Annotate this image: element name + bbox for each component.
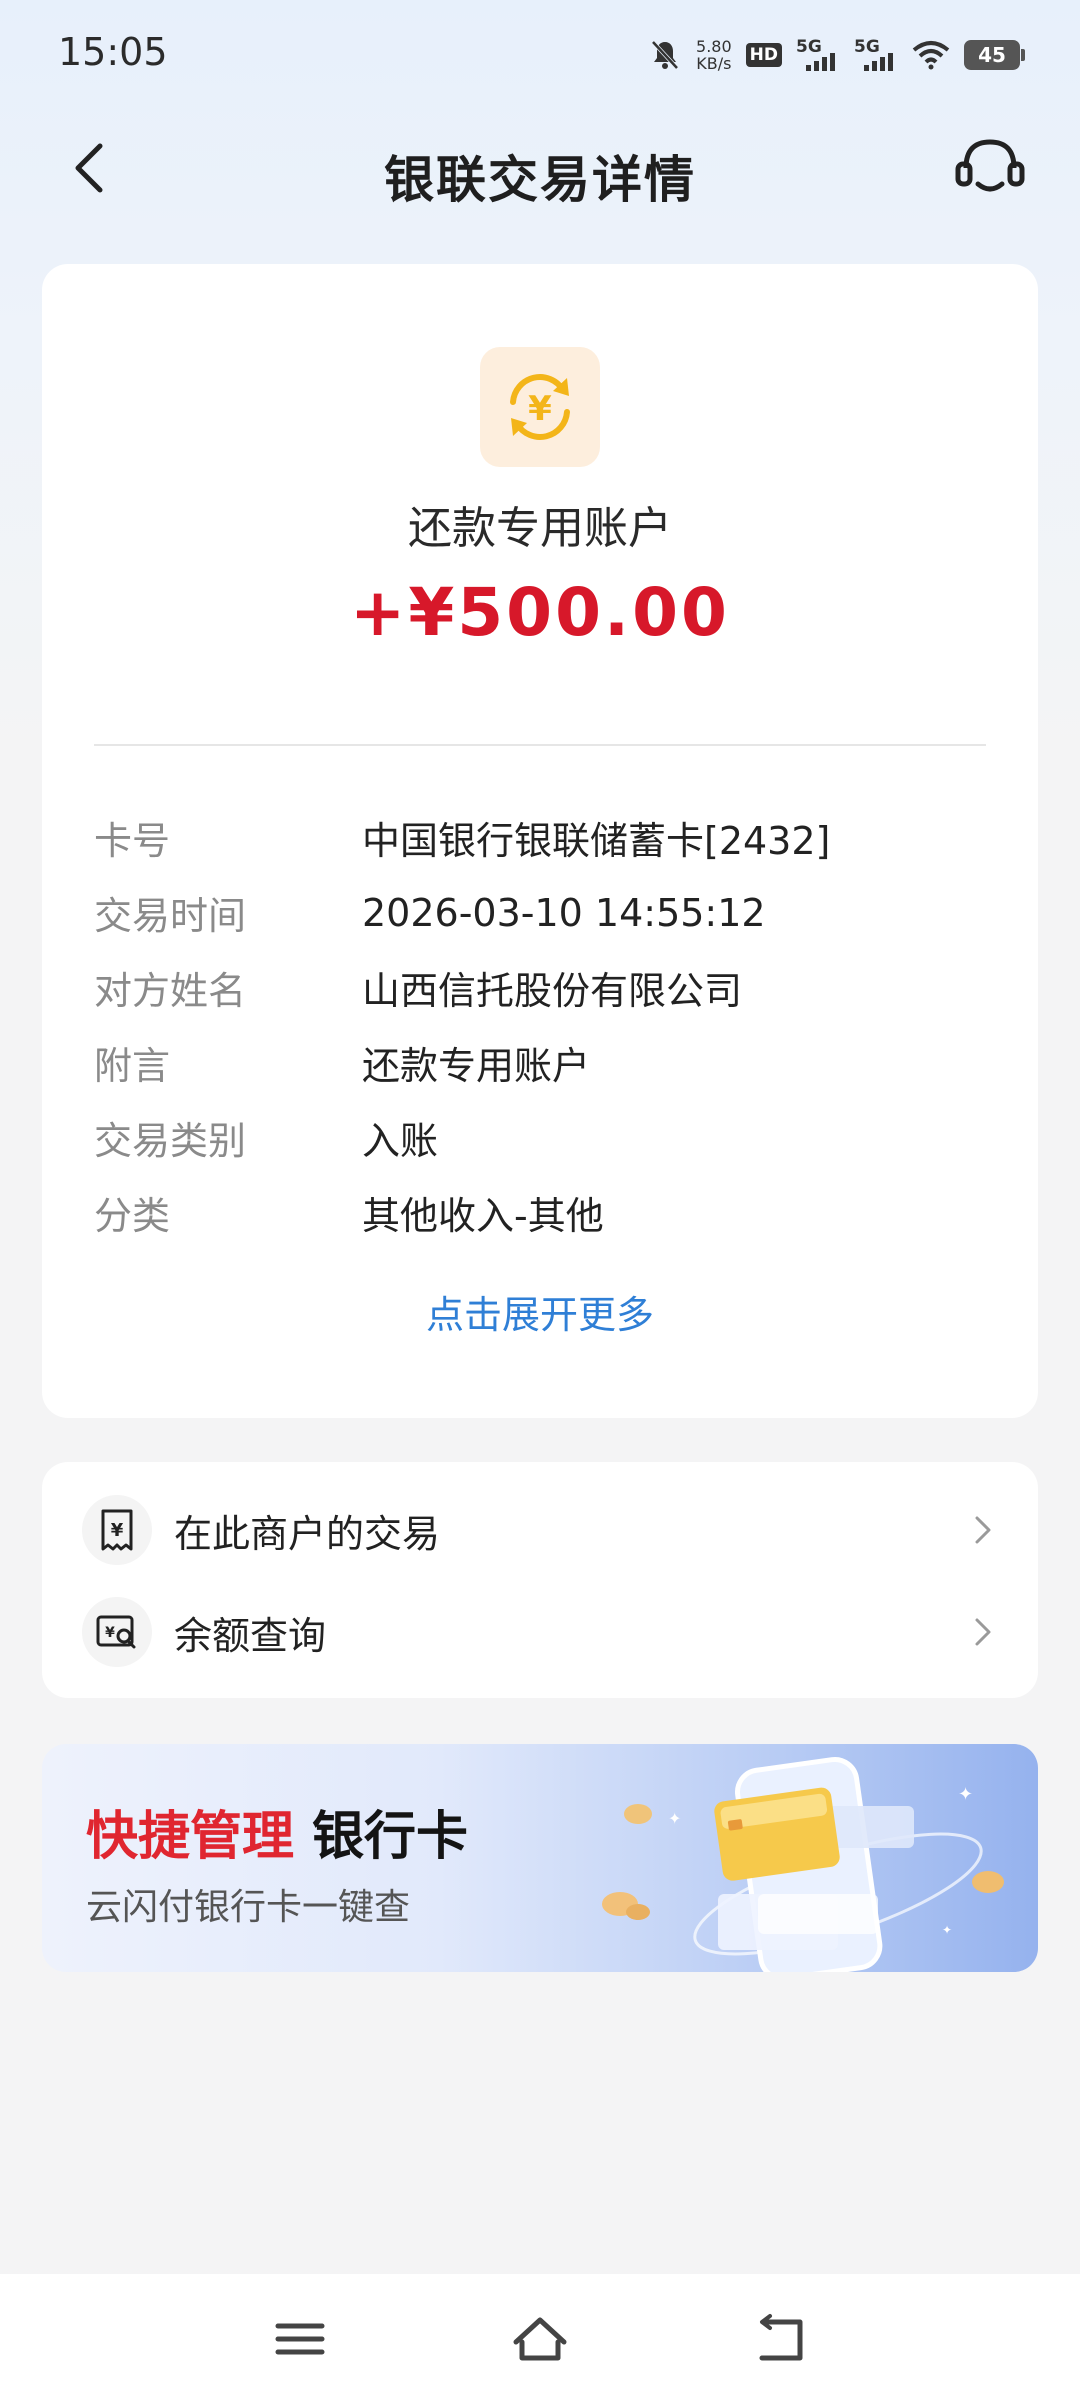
merchant-transactions-item[interactable]: ¥ 在此商户的交易	[82, 1480, 998, 1580]
chevron-right-icon	[975, 1618, 991, 1646]
network-speed: 5.80 KB/s	[696, 38, 732, 72]
banner-title: 快捷管理 银行卡	[86, 1794, 468, 1869]
detail-row-time: 交易时间 2026-03-10 14:55:12	[94, 875, 998, 950]
detail-value: 2026-03-10 14:55:12	[362, 890, 766, 935]
nav-bar: 银联交易详情	[0, 110, 1080, 230]
banner-subtitle: 云闪付银行卡一键查	[86, 1887, 411, 1928]
detail-value: 山西信托股份有限公司	[362, 969, 743, 1013]
mute-bell-icon	[651, 40, 679, 70]
detail-value: 中国银行银联储蓄卡[2432]	[362, 819, 831, 863]
detail-list: 卡号 中国银行银联储蓄卡[2432] 交易时间 2026-03-10 14:55…	[94, 800, 998, 1250]
svg-text:✦: ✦	[942, 1923, 952, 1937]
svg-text:✦: ✦	[958, 1784, 973, 1805]
back-nav-icon[interactable]	[750, 2312, 810, 2366]
status-bar: 15:05 5.80 KB/s HD 5G 5G 45	[0, 0, 1080, 110]
system-navigation-bar	[0, 2274, 1080, 2400]
transaction-card: ¥ 还款专用账户 +¥500.00 卡号 中国银行银联储蓄卡[2432] 交易时…	[42, 264, 1038, 1418]
detail-row-counterparty: 对方姓名 山西信托股份有限公司	[94, 950, 998, 1025]
balance-search-icon: ¥	[82, 1597, 152, 1667]
merchant-transactions-label: 在此商户的交易	[174, 1511, 441, 1556]
svg-text:✦: ✦	[668, 1809, 681, 1828]
banner-title-black: 银行卡	[312, 1807, 469, 1867]
signal-5g-1: 5G	[796, 35, 840, 75]
promo-banner[interactable]: 快捷管理 银行卡 云闪付银行卡一键查 ✦ ✦ ✦	[42, 1744, 1038, 1972]
transaction-amount: +¥500.00	[350, 574, 730, 651]
signal-bars-icon	[864, 53, 893, 71]
detail-row-card-number: 卡号 中国银行银联储蓄卡[2432]	[94, 800, 998, 875]
battery-indicator: 45	[964, 40, 1025, 70]
detail-row-category: 分类 其他收入-其他	[94, 1175, 998, 1250]
detail-label: 对方姓名	[94, 969, 247, 1013]
balance-query-label: 余额查询	[174, 1613, 327, 1658]
signal-bars-icon	[806, 53, 835, 71]
detail-label: 附言	[94, 1044, 171, 1088]
speed-unit: KB/s	[696, 54, 732, 73]
yuan-exchange-icon: ¥	[510, 374, 570, 440]
svg-text:¥: ¥	[105, 1625, 115, 1641]
balance-query-item[interactable]: ¥ 余额查询	[82, 1582, 998, 1682]
detail-label: 卡号	[94, 819, 171, 863]
page-title: 银联交易详情	[384, 151, 696, 209]
detail-value: 还款专用账户	[362, 1044, 591, 1088]
signal-5g-2: 5G	[854, 35, 898, 75]
expand-more-link[interactable]: 点击展开更多	[42, 1284, 1038, 1339]
phone-card-illustration: ✦ ✦ ✦	[602, 1756, 1004, 1972]
actions-card: ¥ 在此商户的交易 ¥ 余额查询	[42, 1462, 1038, 1698]
repayment-exchange-icon: ¥	[480, 347, 600, 467]
wifi-icon	[912, 41, 950, 70]
status-icons: 5.80 KB/s HD 5G 5G 45	[648, 30, 1025, 80]
detail-value: 其他收入-其他	[362, 1194, 604, 1238]
menu-icon[interactable]	[270, 2312, 330, 2366]
account-name: 还款专用账户	[408, 503, 672, 554]
detail-row-memo: 附言 还款专用账户	[94, 1025, 998, 1100]
home-icon[interactable]	[510, 2312, 570, 2366]
chevron-right-icon	[975, 1516, 991, 1544]
svg-text:¥: ¥	[111, 1520, 124, 1541]
hd-badge: HD	[745, 43, 782, 67]
speed-value: 5.80	[696, 37, 732, 56]
banner-title-red: 快捷管理	[86, 1807, 295, 1867]
status-time: 15:05	[58, 30, 168, 74]
detail-value: 入账	[362, 1119, 439, 1163]
detail-label: 交易时间	[94, 894, 247, 938]
detail-row-type: 交易类别 入账	[94, 1100, 998, 1175]
svg-text:¥: ¥	[528, 389, 552, 429]
customer-service-icon[interactable]	[950, 128, 1030, 208]
detail-label: 交易类别	[94, 1119, 247, 1163]
detail-label: 分类	[94, 1194, 171, 1238]
receipt-yuan-icon: ¥	[82, 1495, 152, 1565]
divider	[94, 744, 986, 746]
